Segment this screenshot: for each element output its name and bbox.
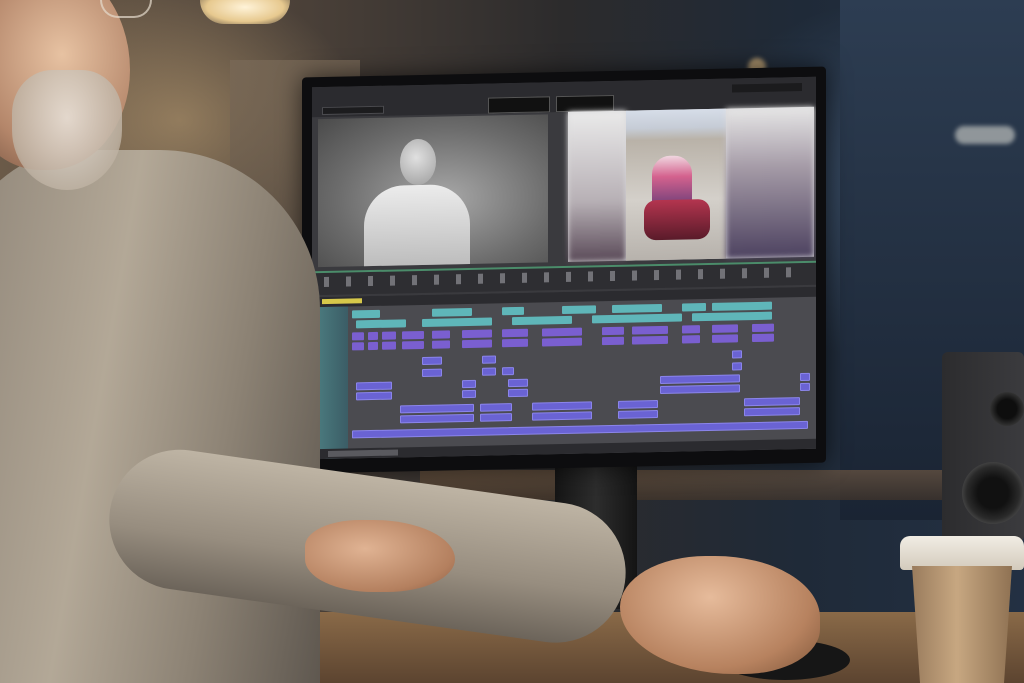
timeline-clip[interactable]: [502, 338, 528, 348]
blurred-frame: [726, 106, 814, 259]
timeline-clip[interactable]: [632, 335, 668, 345]
timeline-clip[interactable]: [800, 382, 810, 392]
coffee-cup: [900, 536, 1024, 683]
timeline-clip[interactable]: [682, 303, 706, 312]
timeline-clip[interactable]: [512, 315, 572, 326]
record-monitor[interactable]: [568, 106, 814, 262]
timeline-clip[interactable]: [618, 410, 658, 419]
timeline-clip[interactable]: [732, 350, 742, 359]
timeline-clip[interactable]: [562, 305, 596, 315]
timeline-clip[interactable]: [508, 388, 528, 398]
timecode-display: [488, 96, 550, 114]
timeline-clip[interactable]: [712, 334, 738, 343]
timeline-clip[interactable]: [532, 411, 592, 421]
timeline-clip[interactable]: [462, 339, 492, 349]
timeline-clip[interactable]: [612, 303, 662, 313]
timeline-clip[interactable]: [532, 401, 592, 411]
timeline-clip[interactable]: [602, 336, 624, 346]
blurred-frame: [568, 110, 626, 262]
timeline-clip[interactable]: [752, 323, 774, 333]
timeline-clip[interactable]: [744, 407, 800, 417]
timeline-clip[interactable]: [800, 372, 810, 382]
timeline-clip[interactable]: [660, 384, 740, 394]
timeline-clip[interactable]: [508, 378, 528, 388]
timeline-clip[interactable]: [682, 335, 700, 344]
timeline-clip[interactable]: [732, 362, 742, 371]
timeline-clip[interactable]: [602, 326, 624, 336]
timeline-clip[interactable]: [482, 367, 496, 376]
timeline-clip[interactable]: [502, 328, 528, 338]
timeline-clip[interactable]: [542, 337, 582, 347]
cup-lid: [900, 536, 1024, 570]
person-beard: [12, 70, 122, 190]
timeline-clip[interactable]: [618, 400, 658, 409]
timeline-clip[interactable]: [712, 301, 772, 311]
vertical-video-frame: [626, 108, 726, 261]
timeline-clip[interactable]: [502, 367, 514, 376]
timeline-clip[interactable]: [712, 324, 738, 333]
timeline-clip[interactable]: [752, 333, 774, 343]
timeline-clip[interactable]: [632, 325, 668, 335]
mobility-scooter: [644, 198, 710, 241]
office-scene: [0, 0, 1024, 683]
background-light: [955, 126, 1015, 144]
timeline-clip[interactable]: [592, 313, 682, 324]
timeline-clip[interactable]: [744, 397, 800, 407]
timeline-clip[interactable]: [692, 311, 772, 322]
timeline-clip[interactable]: [462, 389, 476, 399]
timeline-clip[interactable]: [482, 355, 496, 364]
timeline-clip[interactable]: [480, 413, 512, 422]
timecode-display: [556, 94, 614, 113]
timeline-clip[interactable]: [462, 379, 476, 389]
speaker-tweeter: [990, 392, 1024, 426]
timeline-clip[interactable]: [660, 374, 740, 384]
timeline-clip[interactable]: [682, 325, 700, 334]
timeline-clip[interactable]: [502, 306, 524, 316]
timeline-clip[interactable]: [542, 327, 582, 337]
timeline-clip[interactable]: [480, 403, 512, 412]
cup-body: [912, 566, 1012, 683]
timeline-clip[interactable]: [462, 329, 492, 339]
record-monitor-label: [732, 83, 802, 93]
speaker-woofer: [962, 462, 1024, 524]
